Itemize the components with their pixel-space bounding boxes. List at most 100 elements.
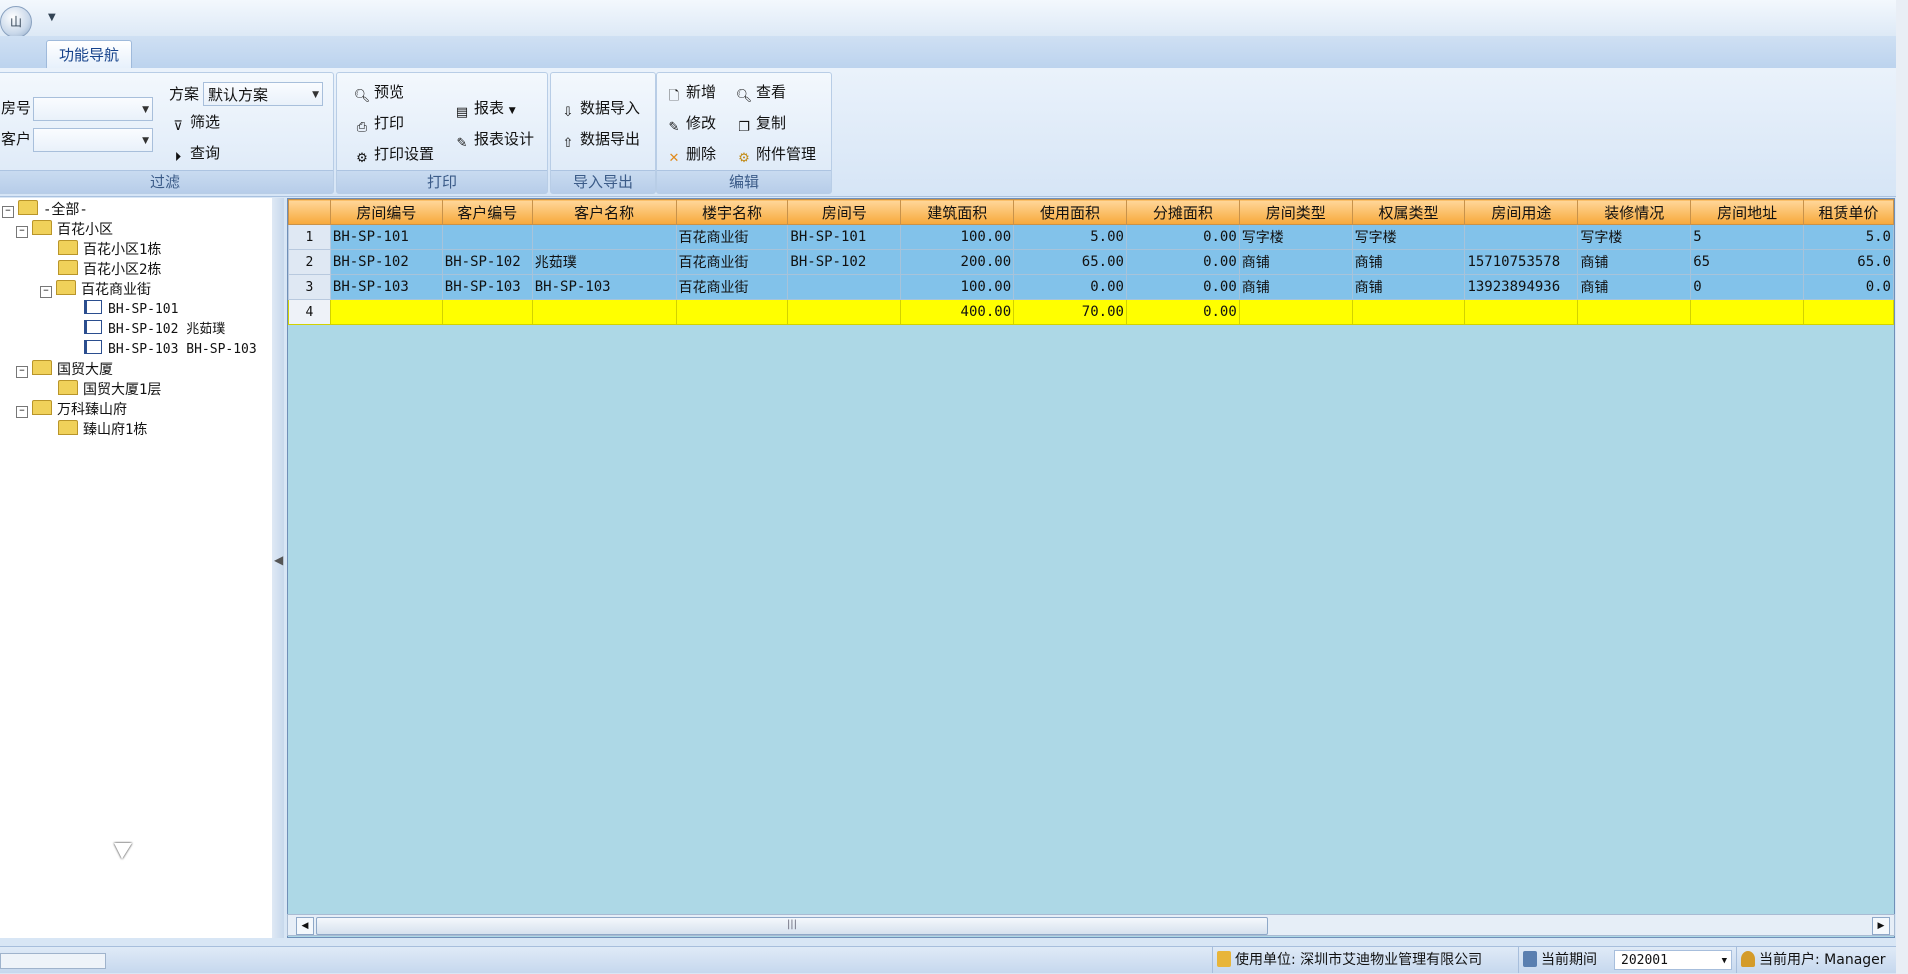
table-cell[interactable] bbox=[1351, 299, 1466, 325]
tree-node-room-bh-sp-102[interactable]: BH-SP-102 兆茹璞 bbox=[84, 320, 225, 340]
scroll-left-icon[interactable]: ◀ bbox=[296, 917, 314, 935]
table-cell[interactable] bbox=[531, 299, 677, 325]
table-cell[interactable]: 100.00 bbox=[900, 224, 1015, 250]
row-number[interactable]: 3 bbox=[288, 274, 331, 300]
column-header[interactable]: 租赁单价 bbox=[1803, 199, 1894, 225]
quick-access-dropdown-icon[interactable]: ▼ bbox=[48, 12, 56, 23]
tree-node-room-bh-sp-101[interactable]: BH-SP-101 bbox=[84, 300, 178, 320]
column-header[interactable]: 客户名称 bbox=[531, 199, 677, 225]
horizontal-scrollbar[interactable]: ◀ ||| ▶ bbox=[287, 914, 1895, 936]
table-cell[interactable]: 0.00 bbox=[1125, 249, 1240, 275]
column-header[interactable]: 建筑面积 bbox=[900, 199, 1015, 225]
table-cell[interactable] bbox=[1577, 299, 1692, 325]
collapse-left-icon[interactable]: ◀ bbox=[274, 553, 283, 567]
table-cell[interactable]: 商铺 bbox=[1351, 274, 1466, 300]
table-cell[interactable]: BH-SP-102 bbox=[329, 249, 443, 275]
panel-splitter[interactable]: ◀ bbox=[272, 198, 284, 938]
table-cell[interactable]: 0.0 bbox=[1803, 274, 1894, 300]
table-total-row[interactable]: 4 400.00 70.00 0.00 bbox=[288, 299, 1894, 325]
column-header[interactable]: 使用面积 bbox=[1013, 199, 1127, 225]
table-cell[interactable]: BH-SP-102 bbox=[441, 249, 533, 275]
view-button[interactable]: 🔍︎ 查看 bbox=[735, 79, 786, 105]
collapse-icon[interactable]: − bbox=[16, 226, 28, 238]
table-cell[interactable]: BH-SP-103 bbox=[531, 274, 677, 300]
row-number[interactable]: 2 bbox=[288, 249, 331, 275]
table-cell[interactable]: 5.0 bbox=[1803, 224, 1894, 250]
tree-node-baihua-commercial-street[interactable]: − 百花商业街 bbox=[40, 280, 151, 300]
table-cell[interactable]: 65.00 bbox=[1013, 249, 1127, 275]
report-dropdown-button[interactable]: ▤ 报表 ▼ bbox=[453, 95, 516, 121]
tree-node-guomao-tower[interactable]: − 国贸大厦 bbox=[16, 360, 113, 380]
data-export-button[interactable]: ⇧ 数据导出 bbox=[559, 126, 640, 152]
table-cell[interactable]: 0.00 bbox=[1125, 224, 1240, 250]
table-cell[interactable]: 100.00 bbox=[900, 274, 1015, 300]
scheme-combo[interactable]: 默认方案 ▼ bbox=[203, 82, 323, 106]
table-cell[interactable] bbox=[1464, 299, 1579, 325]
table-cell[interactable]: 商铺 bbox=[1238, 249, 1353, 275]
table-cell[interactable] bbox=[1690, 299, 1805, 325]
table-cell[interactable] bbox=[1803, 299, 1894, 325]
scrollbar-thumb[interactable]: ||| bbox=[316, 917, 1268, 935]
customer-combo[interactable]: ▼ bbox=[33, 128, 153, 152]
tree-node-baihua-xiaoqu[interactable]: − 百花小区 bbox=[16, 220, 113, 240]
column-header[interactable]: 房间类型 bbox=[1238, 199, 1353, 225]
collapse-icon[interactable]: − bbox=[16, 406, 28, 418]
table-cell[interactable]: 百花商业街 bbox=[675, 249, 789, 275]
table-cell[interactable]: 写字楼 bbox=[1577, 224, 1692, 250]
tree-node-baihua-building-2[interactable]: 百花小区2栋 bbox=[58, 260, 161, 280]
table-row[interactable]: 1 BH-SP-101 百花商业街 BH-SP-101 100.00 5.00 … bbox=[288, 224, 1894, 250]
query-button[interactable]: ⏵ 查询 bbox=[169, 140, 220, 166]
total-cell[interactable]: 70.00 bbox=[1013, 299, 1127, 325]
table-cell[interactable]: 15710753578 bbox=[1464, 249, 1579, 275]
table-row[interactable]: 2 BH-SP-102 BH-SP-102 兆茹璞 百花商业街 BH-SP-10… bbox=[288, 249, 1894, 275]
table-cell[interactable] bbox=[787, 274, 902, 300]
preview-button[interactable]: 🔍︎ 预览 bbox=[353, 79, 404, 105]
table-cell[interactable]: 百花商业街 bbox=[675, 224, 789, 250]
table-cell[interactable]: 65.0 bbox=[1803, 249, 1894, 275]
tree-node-vanke-zhenshanfu[interactable]: − 万科臻山府 bbox=[16, 400, 127, 420]
tree-node-all[interactable]: − -全部- bbox=[2, 200, 88, 220]
table-cell[interactable]: 5.00 bbox=[1013, 224, 1127, 250]
table-cell[interactable]: 写字楼 bbox=[1351, 224, 1466, 250]
data-import-button[interactable]: ⇩ 数据导入 bbox=[559, 95, 640, 121]
delete-button[interactable]: ✕ 删除 bbox=[665, 141, 716, 167]
table-cell[interactable]: BH-SP-103 bbox=[329, 274, 443, 300]
table-cell[interactable]: BH-SP-103 bbox=[441, 274, 533, 300]
table-cell[interactable] bbox=[441, 224, 533, 250]
table-cell[interactable]: 商铺 bbox=[1238, 274, 1353, 300]
table-cell[interactable] bbox=[531, 224, 677, 250]
column-header[interactable]: 房间号 bbox=[787, 199, 902, 225]
table-cell[interactable]: 0 bbox=[1690, 274, 1805, 300]
column-header[interactable]: 房间编号 bbox=[329, 199, 443, 225]
print-settings-button[interactable]: ⚙ 打印设置 bbox=[353, 141, 434, 167]
collapse-icon[interactable]: − bbox=[2, 206, 14, 218]
column-header[interactable]: 楼宇名称 bbox=[675, 199, 789, 225]
column-header[interactable]: 房间用途 bbox=[1464, 199, 1579, 225]
period-combo[interactable]: 202001 ▼ bbox=[1614, 950, 1732, 970]
column-header[interactable]: 客户编号 bbox=[441, 199, 533, 225]
table-cell[interactable]: 0.00 bbox=[1125, 274, 1240, 300]
table-cell[interactable]: 5 bbox=[1690, 224, 1805, 250]
table-cell[interactable]: BH-SP-102 bbox=[787, 249, 902, 275]
row-number[interactable]: 4 bbox=[288, 299, 331, 325]
table-row[interactable]: 3 BH-SP-103 BH-SP-103 BH-SP-103 百花商业街 10… bbox=[288, 274, 1894, 300]
column-header[interactable]: 房间地址 bbox=[1690, 199, 1805, 225]
table-cell[interactable]: 商铺 bbox=[1577, 249, 1692, 275]
total-cell[interactable]: 0.00 bbox=[1125, 299, 1240, 325]
table-cell[interactable]: 200.00 bbox=[900, 249, 1015, 275]
report-design-button[interactable]: ✎ 报表设计 bbox=[453, 126, 534, 152]
table-cell[interactable]: BH-SP-101 bbox=[787, 224, 902, 250]
tree-node-baihua-building-1[interactable]: 百花小区1栋 bbox=[58, 240, 161, 260]
row-number-header[interactable] bbox=[288, 199, 331, 225]
app-menu-button[interactable]: 山 bbox=[0, 6, 32, 38]
table-cell[interactable] bbox=[1238, 299, 1353, 325]
room-combo[interactable]: ▼ bbox=[33, 97, 153, 121]
print-button[interactable]: ⎙ 打印 bbox=[353, 110, 404, 136]
column-header[interactable]: 权属类型 bbox=[1351, 199, 1466, 225]
modify-button[interactable]: ✎ 修改 bbox=[665, 110, 716, 136]
table-cell[interactable]: 百花商业街 bbox=[675, 274, 789, 300]
table-cell[interactable] bbox=[675, 299, 789, 325]
table-cell[interactable]: 商铺 bbox=[1351, 249, 1466, 275]
tree-node-guomao-floor-1[interactable]: 国贸大厦1层 bbox=[58, 380, 161, 400]
table-cell[interactable] bbox=[787, 299, 902, 325]
